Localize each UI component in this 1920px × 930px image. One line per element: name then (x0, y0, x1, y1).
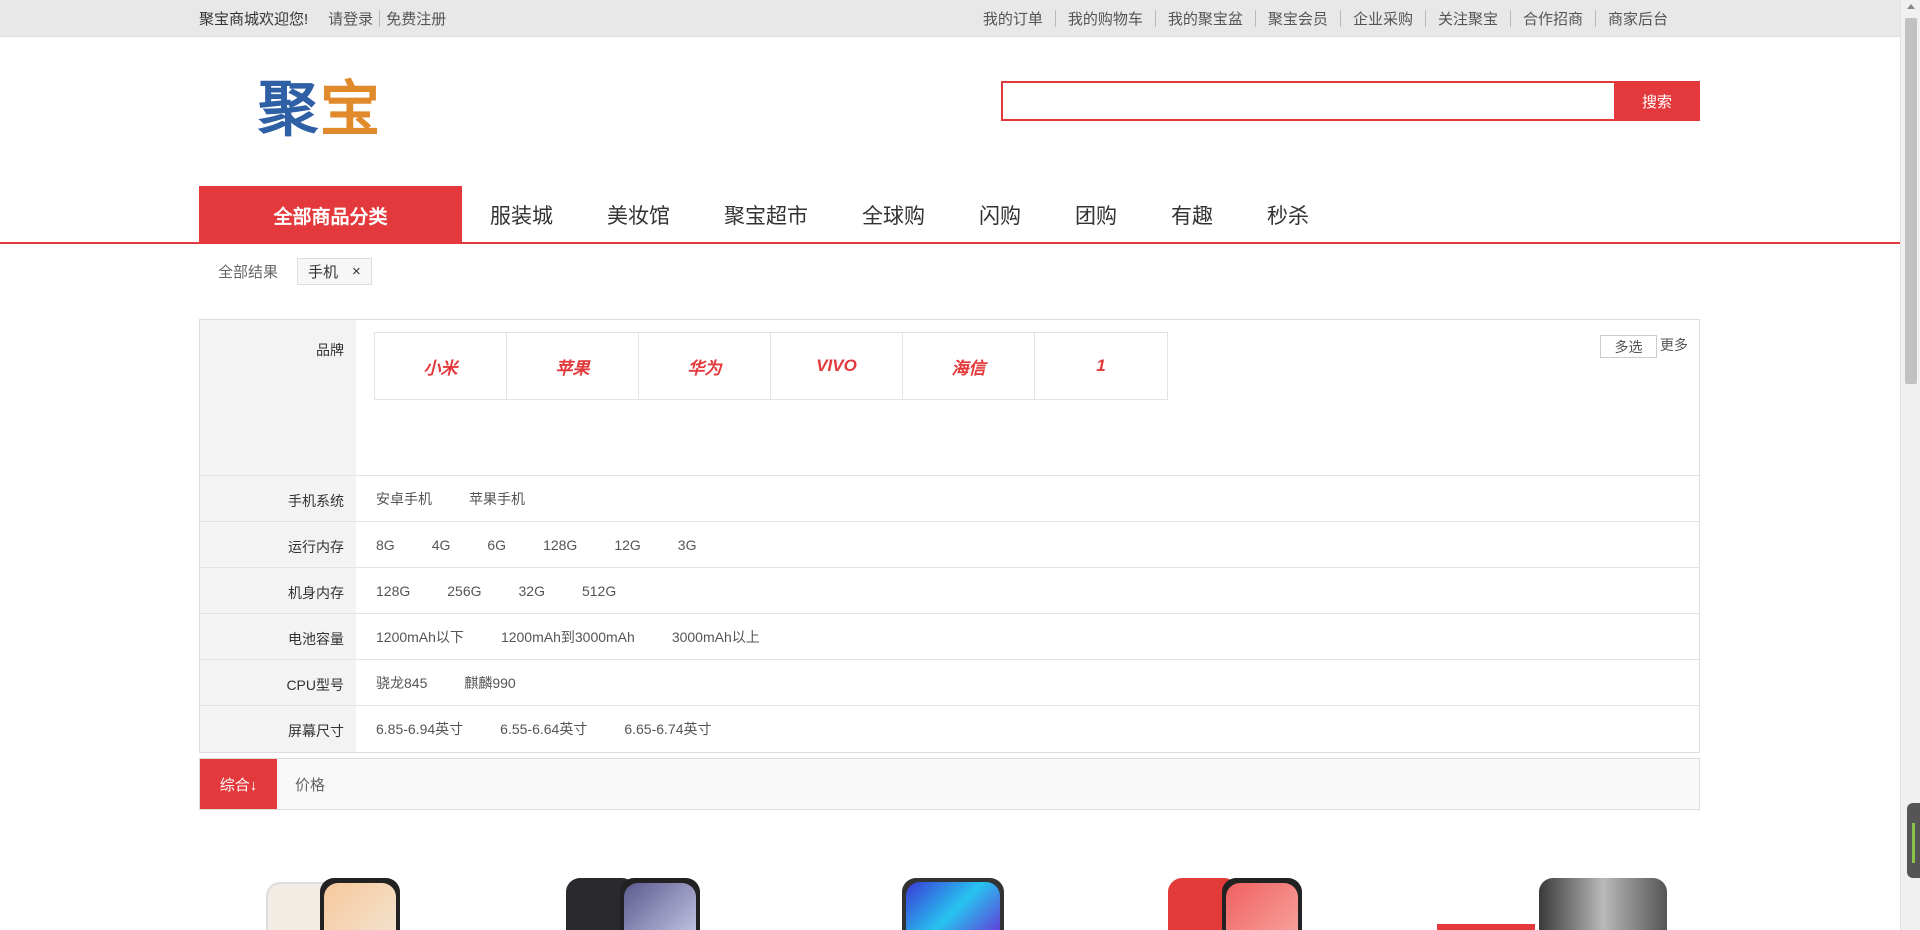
brand-option[interactable]: 海信 (903, 333, 1035, 399)
brand-option[interactable]: 1 (1035, 333, 1167, 399)
filter-option[interactable]: 4G (432, 537, 451, 553)
filter-row-storage: 机身内存 128G 256G 32G 512G (200, 568, 1699, 614)
filter-tag-label: 手机 (308, 264, 339, 281)
my-orders-link[interactable]: 我的订单 (971, 8, 1055, 29)
nav-item-seckill[interactable]: 秒杀 (1267, 200, 1309, 230)
filter-option[interactable]: 128G (543, 537, 577, 553)
brand-option[interactable]: VIVO (771, 333, 903, 399)
top-bar-links: 我的订单 我的购物车 我的聚宝盆 聚宝会员 企业采购 关注聚宝 合作招商 商家后… (971, 8, 1668, 29)
filter-label: 机身内存 (200, 568, 356, 613)
brand-list: 小米 苹果 华为 VIVO 海信 1 (374, 332, 1168, 400)
product-grid (199, 868, 1700, 930)
filter-option[interactable]: 512G (582, 583, 616, 599)
filter-option[interactable]: 8G (376, 537, 395, 553)
filter-row-ram: 运行内存 8G 4G 6G 128G 12G 3G (200, 522, 1699, 568)
filter-label: 屏幕尺寸 (200, 706, 356, 752)
brand-option[interactable]: 华为 (639, 333, 771, 399)
filter-row-screen: 屏幕尺寸 6.85-6.94英寸 6.55-6.64英寸 6.65-6.74英寸 (200, 706, 1699, 752)
nav-item-flash[interactable]: 闪购 (979, 200, 1021, 230)
filter-option[interactable]: 苹果手机 (469, 489, 525, 509)
top-bar: 聚宝商城欢迎您! 请登录 免费注册 我的订单 我的购物车 我的聚宝盆 聚宝会员 … (0, 0, 1900, 37)
sort-composite-button[interactable]: 综合↓ (200, 759, 277, 809)
welcome-text: 聚宝商城欢迎您! (199, 11, 309, 28)
filter-option[interactable]: 麒麟990 (464, 673, 515, 693)
search-button[interactable]: 搜索 (1614, 81, 1700, 121)
my-treasure-link[interactable]: 我的聚宝盆 (1156, 8, 1255, 29)
search-input[interactable] (1001, 81, 1614, 121)
brand-option[interactable]: 苹果 (507, 333, 639, 399)
filter-option[interactable]: 1200mAh到3000mAh (501, 627, 635, 647)
filter-option[interactable]: 32G (519, 583, 545, 599)
search-bar: 搜索 (1001, 81, 1700, 121)
filter-row-cpu: CPU型号 骁龙845 麒麟990 (200, 660, 1699, 706)
site-logo[interactable]: 聚 宝 (257, 74, 390, 143)
filter-option[interactable]: 3G (678, 537, 697, 553)
enterprise-purchase-link[interactable]: 企业采购 (1341, 8, 1425, 29)
filter-option[interactable]: 6G (487, 537, 506, 553)
close-icon[interactable]: × (352, 263, 361, 280)
nav-item-supermarket[interactable]: 聚宝超市 (724, 200, 808, 230)
main-nav: 全部商品分类 服装城 美妆馆 聚宝超市 全球购 闪购 团购 有趣 秒杀 (0, 186, 1900, 244)
page-scrollbar[interactable] (1900, 0, 1920, 930)
merchant-admin-link[interactable]: 商家后台 (1596, 8, 1668, 29)
more-button[interactable]: 更多 (1660, 335, 1688, 355)
filter-label: 手机系统 (200, 476, 356, 521)
all-results-link[interactable]: 全部结果 (218, 261, 278, 282)
filter-option[interactable]: 6.65-6.74英寸 (624, 719, 711, 739)
multi-select-button[interactable]: 多选 (1600, 335, 1657, 358)
selected-filter-tag: 手机 × (297, 258, 372, 285)
filter-option[interactable]: 256G (447, 583, 481, 599)
filter-label: 运行内存 (200, 522, 356, 567)
filter-option[interactable]: 安卓手机 (376, 489, 432, 509)
login-link[interactable]: 请登录 (328, 8, 373, 29)
filter-option[interactable]: 1200mAh以下 (376, 627, 464, 647)
filter-panel: 品牌 小米 苹果 华为 VIVO 海信 1 多选 更多 手机系统 安卓手机 苹果… (199, 319, 1700, 753)
brand-option[interactable]: 小米 (375, 333, 507, 399)
my-cart-link[interactable]: 我的购物车 (1056, 8, 1155, 29)
side-tool-widget[interactable] (1907, 803, 1920, 878)
filter-label: 品牌 (200, 320, 356, 475)
divider (379, 10, 381, 27)
filter-option[interactable]: 骁龙845 (376, 673, 427, 693)
register-link[interactable]: 免费注册 (386, 8, 446, 29)
filter-option[interactable]: 6.55-6.64英寸 (500, 719, 587, 739)
filter-option[interactable]: 12G (614, 537, 640, 553)
nav-item-fun[interactable]: 有趣 (1171, 200, 1213, 230)
svg-text:宝: 宝 (320, 77, 380, 142)
svg-text:聚: 聚 (258, 77, 319, 142)
scroll-up-arrow-icon[interactable] (1907, 4, 1915, 9)
nav-item-beauty[interactable]: 美妆馆 (607, 200, 670, 230)
filter-row-battery: 电池容量 1200mAh以下 1200mAh到3000mAh 3000mAh以上 (200, 614, 1699, 660)
sort-bar: 综合↓ 价格 (199, 758, 1700, 810)
membership-link[interactable]: 聚宝会员 (1256, 8, 1340, 29)
partnership-link[interactable]: 合作招商 (1511, 8, 1595, 29)
filter-option[interactable]: 3000mAh以上 (672, 627, 760, 647)
filter-label: CPU型号 (200, 660, 356, 705)
nav-item-group[interactable]: 团购 (1075, 200, 1117, 230)
sort-price-button[interactable]: 价格 (295, 774, 325, 795)
scrollbar-thumb[interactable] (1905, 18, 1917, 384)
filter-option[interactable]: 6.85-6.94英寸 (376, 719, 463, 739)
filter-option[interactable]: 128G (376, 583, 410, 599)
breadcrumb: 全部结果 手机 × (218, 258, 372, 285)
filter-row-os: 手机系统 安卓手机 苹果手机 (200, 476, 1699, 522)
filter-label: 电池容量 (200, 614, 356, 659)
filter-row-brand: 品牌 小米 苹果 华为 VIVO 海信 1 多选 更多 (200, 320, 1699, 476)
all-categories-button[interactable]: 全部商品分类 (199, 186, 462, 244)
nav-item-global[interactable]: 全球购 (862, 200, 925, 230)
top-bar-left: 聚宝商城欢迎您! 请登录 免费注册 (199, 8, 446, 29)
nav-item-clothing[interactable]: 服装城 (490, 200, 553, 230)
follow-link[interactable]: 关注聚宝 (1426, 8, 1510, 29)
